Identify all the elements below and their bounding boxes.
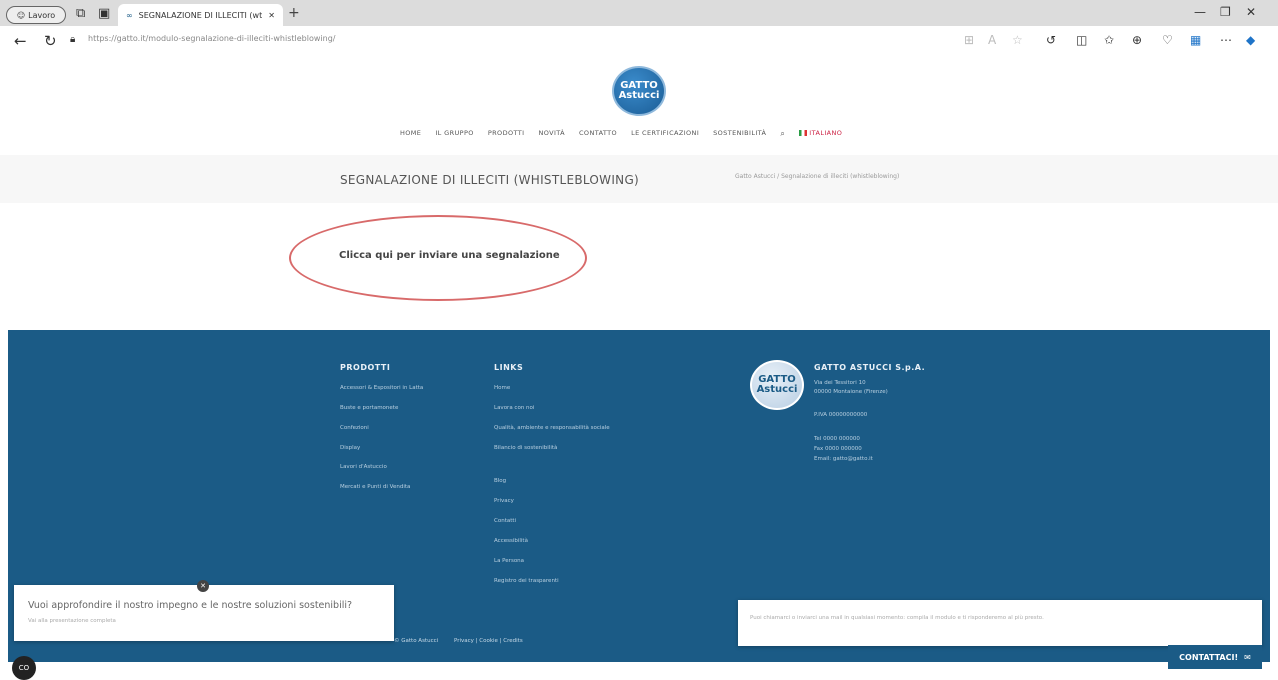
footer-product-link[interactable]: Buste e portamonete — [340, 405, 398, 411]
url-field[interactable]: https://gatto.it/modulo-segnalazione-di-… — [88, 34, 335, 43]
footer-link[interactable]: Qualità, ambiente e responsabilità socia… — [494, 425, 610, 431]
nav-item-products[interactable]: PRODOTTI — [488, 129, 525, 139]
italy-flag-icon — [799, 130, 808, 136]
extension-icon[interactable]: ▦ — [1190, 33, 1201, 47]
footer-product-link[interactable]: Lavori d'Astuccio — [340, 464, 387, 470]
footer-product-link[interactable]: Accessori & Espositori in Latta — [340, 385, 423, 391]
footer-link[interactable]: Registro dei trasparenti — [494, 578, 559, 584]
site-logo[interactable]: GATTO Astucci — [612, 66, 666, 116]
contact-button-label: CONTATTACI! — [1179, 652, 1239, 662]
nav-item-home[interactable]: HOME — [400, 129, 421, 139]
translate-icon[interactable]: A — [988, 33, 996, 47]
footer-link[interactable]: Privacy — [494, 498, 514, 504]
language-selector[interactable]: ITALIANO — [799, 129, 842, 139]
cookie-settings-button[interactable]: CO — [12, 656, 36, 680]
favicon-icon: ∞ — [126, 10, 133, 20]
popup-message: Vuoi approfondire il nostro impegno e le… — [28, 600, 353, 611]
lock-icon[interactable]: 🔒︎ — [70, 34, 75, 45]
nav-item-sustainability[interactable]: SOSTENIBILITÀ — [713, 129, 766, 139]
browser-tab-bar: ☺ Lavoro ⧉ ▣ ∞ SEGNALAZIONE DI ILLECITI … — [0, 0, 1278, 26]
envelope-icon: ✉ — [1244, 652, 1251, 662]
contact-button[interactable]: CONTATTACI! ✉ — [1168, 645, 1262, 669]
company-name: GATTO ASTUCCI S.p.A. — [814, 363, 926, 372]
contact-popup: Puoi chiamarci o inviarci una mail in qu… — [738, 600, 1262, 646]
minimize-icon[interactable]: — — [1194, 5, 1206, 19]
report-link[interactable]: Clicca qui per inviare una segnalazione — [339, 250, 560, 261]
search-icon[interactable]: ⌕ — [780, 129, 785, 139]
language-label: ITALIANO — [809, 129, 843, 137]
footer-product-link[interactable]: Display — [340, 445, 360, 451]
footer-link[interactable]: La Persona — [494, 558, 524, 564]
copilot-icon[interactable]: ◆ — [1246, 33, 1255, 47]
nav-item-contact[interactable]: CONTATTO — [579, 129, 617, 139]
company-phone[interactable]: Tel 0000 000000 — [814, 436, 860, 442]
page-title: SEGNALAZIONE DI ILLECITI (WHISTLEBLOWING… — [340, 173, 640, 187]
tab-close-icon[interactable]: ✕ — [268, 11, 275, 20]
profile-label: Lavoro — [28, 10, 56, 20]
profile-button[interactable]: ☺ Lavoro — [6, 6, 66, 24]
main-navigation: HOME IL GRUPPO PRODOTTI NOVITÀ CONTATTO … — [400, 129, 890, 139]
favorites-icon[interactable]: ✩ — [1104, 33, 1114, 47]
nav-item-news[interactable]: NOVITÀ — [538, 129, 565, 139]
profile-icon: ☺ — [16, 10, 26, 20]
footer-link[interactable]: Bilancio di sostenibilità — [494, 445, 557, 451]
sustainability-popup[interactable]: Vuoi approfondire il nostro impegno e le… — [14, 585, 394, 641]
refresh-extension-icon[interactable]: ↺ — [1046, 33, 1056, 47]
footer-links-heading: LINKS — [494, 363, 524, 372]
tab-title: SEGNALAZIONE DI ILLECITI (wt — [138, 10, 263, 20]
footer-link[interactable]: Contatti — [494, 518, 516, 524]
favorite-add-icon[interactable]: ☆ — [1012, 33, 1023, 47]
nav-item-group[interactable]: IL GRUPPO — [435, 129, 473, 139]
footer-logo-text: GATTO Astucci — [756, 374, 798, 395]
read-aloud-icon[interactable]: ⊞ — [964, 33, 974, 47]
browser-address-bar: ← ↻ 🔒︎ https://gatto.it/modulo-segnalazi… — [0, 26, 1278, 54]
company-vat: P.IVA 00000000000 — [814, 412, 868, 418]
more-icon[interactable]: ⋯ — [1220, 33, 1232, 47]
copyright: © Gatto Astucci — [394, 638, 439, 644]
footer-link[interactable]: Accessibilità — [494, 538, 528, 544]
footer-company-logo: GATTO Astucci — [750, 360, 804, 410]
company-address: Via dei Tessitori 10 — [814, 380, 866, 386]
restore-icon[interactable]: ❐ — [1220, 5, 1231, 19]
nav-item-certifications[interactable]: LE CERTIFICAZIONI — [631, 129, 699, 139]
refresh-icon[interactable]: ↻ — [44, 32, 57, 50]
popup-close-icon[interactable]: ✕ — [197, 580, 209, 592]
company-fax: Fax 0000 000000 — [814, 446, 862, 452]
split-screen-icon[interactable]: ◫ — [1076, 33, 1087, 47]
site-logo-text: GATTO Astucci — [618, 80, 660, 101]
popup-link[interactable]: Vai alla presentazione completa — [28, 618, 116, 624]
new-tab-icon[interactable]: + — [288, 5, 300, 21]
close-window-icon[interactable]: ✕ — [1246, 5, 1256, 19]
cookie-badge-label: CO — [18, 664, 30, 672]
footer-product-link[interactable]: Mercati e Punti di Vendita — [340, 484, 410, 490]
browser-tab-active[interactable]: ∞ SEGNALAZIONE DI ILLECITI (wt ✕ — [118, 4, 283, 26]
browser-essentials-icon[interactable]: ♡ — [1162, 33, 1173, 47]
workspaces-icon[interactable]: ⧉ — [76, 6, 85, 21]
contact-popup-text: Puoi chiamarci o inviarci una mail in qu… — [750, 615, 1044, 621]
breadcrumb[interactable]: Gatto Astucci / Segnalazione di illeciti… — [735, 173, 899, 180]
company-address: 00000 Montaione (Firenze) — [814, 389, 888, 395]
footer-link[interactable]: Blog — [494, 478, 506, 484]
footer-products-heading: PRODOTTI — [340, 363, 391, 372]
back-icon[interactable]: ← — [14, 32, 27, 50]
company-email[interactable]: Email: gatto@gatto.it — [814, 456, 873, 462]
collections-icon[interactable]: ⊕ — [1132, 33, 1142, 47]
footer-link[interactable]: Lavora con noi — [494, 405, 534, 411]
footer-product-link[interactable]: Confezioni — [340, 425, 369, 431]
legal-links[interactable]: Privacy | Cookie | Credits — [454, 638, 523, 644]
footer-link[interactable]: Home — [494, 385, 510, 391]
tab-actions-icon[interactable]: ▣ — [98, 6, 110, 21]
